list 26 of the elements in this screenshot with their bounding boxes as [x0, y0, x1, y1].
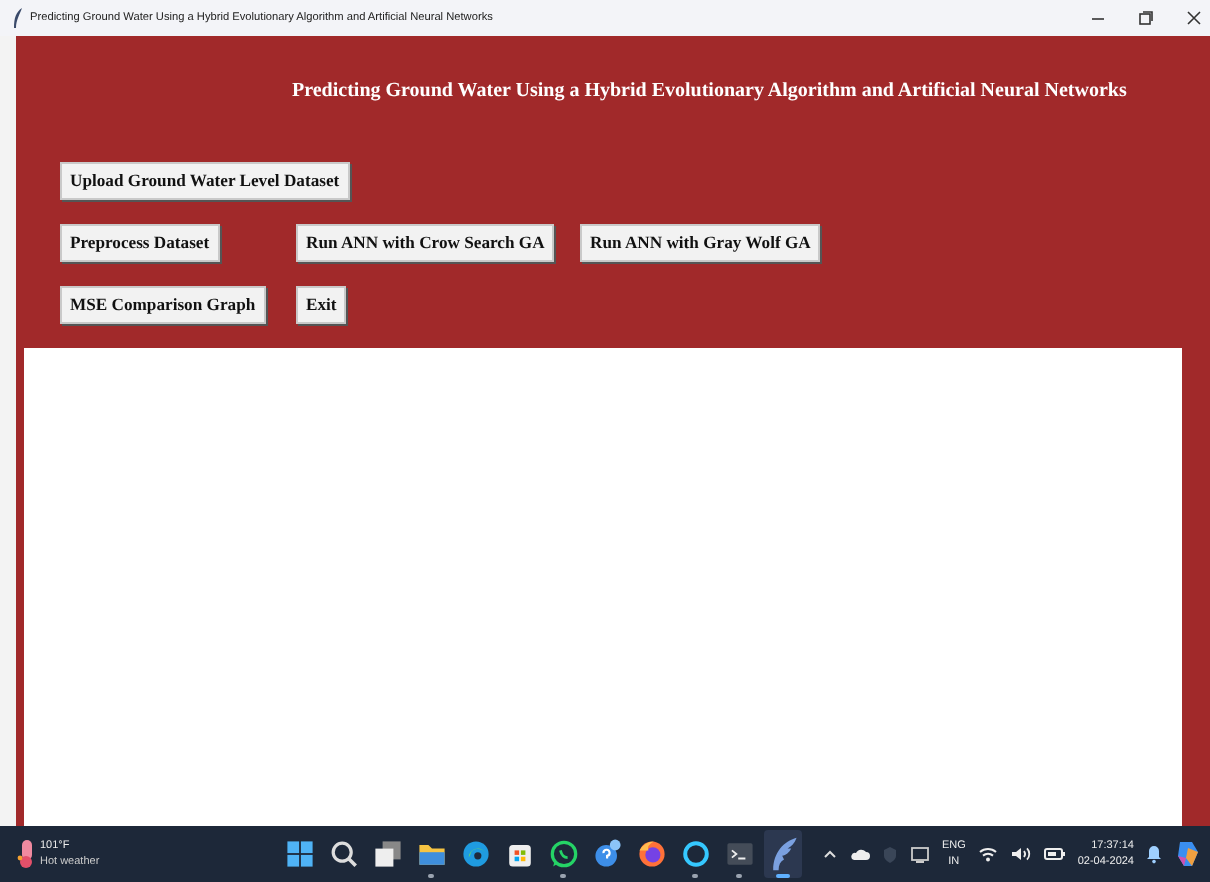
ring-icon	[677, 836, 713, 872]
question-bubble-icon	[589, 836, 625, 872]
windows-icon	[281, 836, 317, 872]
action-button[interactable]: MSE Comparison Graph	[60, 285, 266, 323]
windows-stack-icon	[369, 836, 405, 872]
action-button[interactable]: Exit	[296, 285, 347, 323]
browser-swirl-icon	[457, 836, 493, 872]
feather-icon	[12, 8, 24, 28]
app-heading: Predicting Ground Water Using a Hybrid Evolutionary Algorithm and Artificial Neural Networks	[290, 78, 1129, 106]
copilot-icon[interactable]	[1174, 840, 1202, 868]
battery-icon[interactable]	[1043, 846, 1066, 862]
fox-globe-icon	[633, 836, 669, 872]
action-button[interactable]: Upload Ground Water Level Dataset	[60, 161, 350, 199]
action-button[interactable]: Run ANN with Gray Wolf GA	[580, 223, 821, 261]
action-button[interactable]: Run ANN with Crow Search GA	[296, 223, 555, 261]
close-icon[interactable]	[1186, 10, 1202, 26]
chat-phone-icon	[545, 836, 581, 872]
restore-icon[interactable]	[1138, 10, 1154, 26]
wifi-icon[interactable]	[977, 846, 998, 862]
bell-icon[interactable]	[1146, 844, 1162, 864]
action-button[interactable]: Preprocess Dataset	[60, 223, 220, 261]
thermometer-icon	[16, 838, 36, 870]
chevron-up-icon[interactable]	[821, 846, 838, 862]
speaker-icon[interactable]	[1009, 846, 1032, 862]
cloud-icon[interactable]	[849, 846, 870, 862]
monitor-icon[interactable]	[909, 845, 930, 863]
